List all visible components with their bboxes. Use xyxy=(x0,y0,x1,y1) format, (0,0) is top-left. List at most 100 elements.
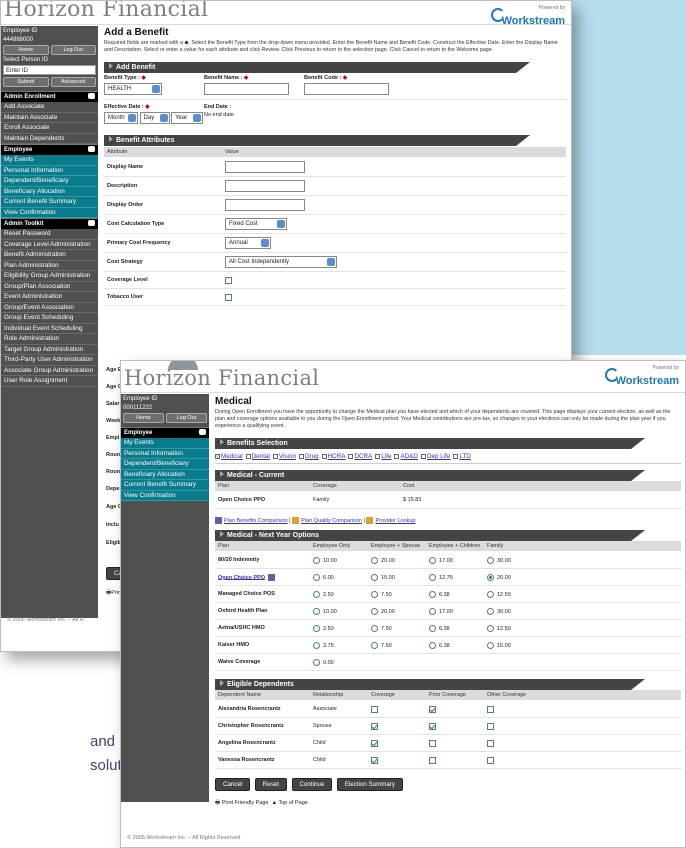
sidebar-item[interactable]: Event Administration xyxy=(1,292,98,303)
sidebar-item[interactable]: View Confirmation xyxy=(121,490,209,501)
option-radio[interactable] xyxy=(371,607,378,615)
sidebar-item[interactable]: Beneficiary Allocation xyxy=(121,469,209,480)
sidebar-item[interactable]: Target Group Administration xyxy=(1,345,98,355)
benefit-tab[interactable]: Vision xyxy=(272,453,296,460)
logout-button[interactable]: Log Out xyxy=(50,45,96,55)
attribute-checkbox[interactable] xyxy=(225,276,232,284)
option-radio[interactable] xyxy=(313,590,320,598)
option-radio[interactable] xyxy=(429,607,436,615)
sidebar-item[interactable]: View Confirmation xyxy=(1,207,98,218)
option-radio[interactable] xyxy=(429,556,436,564)
benefit-tab[interactable]: Dental xyxy=(245,453,270,460)
option-radio[interactable] xyxy=(487,590,494,598)
provider-lookup-link[interactable]: Provider Lookup xyxy=(375,518,415,524)
continue-button[interactable]: Continue xyxy=(291,778,333,791)
cov-checkbox[interactable] xyxy=(371,756,378,764)
attribute-input[interactable] xyxy=(225,180,305,192)
sidebar-item[interactable]: Maintain Associate xyxy=(1,113,98,123)
person-id-input[interactable]: Enter ID xyxy=(3,65,96,75)
sidebar-item[interactable]: Associate Group Administration xyxy=(1,366,98,376)
option-radio[interactable] xyxy=(371,556,378,564)
cancel-button[interactable]: Cancel xyxy=(215,778,251,791)
option-radio[interactable] xyxy=(371,641,378,649)
option-radio[interactable] xyxy=(313,573,320,581)
submit-button[interactable]: Submit xyxy=(3,77,49,87)
cov-checkbox[interactable] xyxy=(371,705,378,713)
other-checkbox[interactable] xyxy=(487,705,494,713)
option-radio[interactable] xyxy=(429,624,436,632)
other-checkbox[interactable] xyxy=(487,756,494,764)
sidebar-item[interactable]: Maintain Dependents xyxy=(1,134,98,144)
day-select[interactable]: Day xyxy=(139,112,170,124)
sidebar-item[interactable]: Group/Event Association xyxy=(1,303,98,313)
cov-checkbox[interactable] xyxy=(371,739,378,747)
option-radio[interactable] xyxy=(313,607,320,615)
sidebar-item[interactable]: Plan Administration xyxy=(1,261,98,271)
month-select[interactable]: Month xyxy=(104,112,138,124)
user-icon[interactable] xyxy=(88,146,95,152)
plan-quality-comparison-link[interactable]: Plan Quality Comparison xyxy=(301,518,362,524)
top-of-page-link[interactable]: Top of Page xyxy=(278,800,307,806)
print-link[interactable]: 🖶Prin xyxy=(106,589,121,598)
sidebar-item[interactable]: Enroll Associate xyxy=(1,123,98,134)
attribute-select[interactable]: All Cost Independently xyxy=(225,256,337,268)
sidebar-item[interactable]: Dependent/Beneficiary xyxy=(121,459,209,470)
option-radio[interactable] xyxy=(487,624,494,632)
advanced-button[interactable]: Advanced xyxy=(50,77,96,87)
print-friendly-link[interactable]: Print Friendly Page xyxy=(222,800,269,806)
sidebar-item[interactable]: Personal Information xyxy=(121,448,209,459)
option-radio[interactable] xyxy=(429,573,436,581)
benefit-tab[interactable]: DCRA xyxy=(348,453,372,460)
benefit-name-input[interactable] xyxy=(204,83,289,95)
sidebar-item[interactable]: User Role Assignment xyxy=(1,376,98,387)
benefit-tab[interactable]: Drug xyxy=(298,453,319,460)
reset-button[interactable]: Reset xyxy=(254,778,287,791)
home-button[interactable]: Home xyxy=(3,45,49,55)
home-button[interactable]: Home xyxy=(123,413,164,423)
prior-checkbox[interactable] xyxy=(429,756,436,764)
attribute-select[interactable]: Annual xyxy=(225,237,271,249)
benefit-tab[interactable]: Dep Life xyxy=(420,453,450,460)
option-radio[interactable] xyxy=(487,556,494,564)
year-select[interactable]: Year xyxy=(171,112,204,124)
sidebar-item[interactable]: Dependent/Beneficiary xyxy=(1,176,98,187)
option-radio[interactable] xyxy=(313,556,320,564)
benefit-tab[interactable]: HCRA xyxy=(321,453,345,460)
election-summary-button[interactable]: Election Summary xyxy=(336,778,404,791)
prior-checkbox[interactable] xyxy=(429,705,436,713)
attribute-input[interactable] xyxy=(225,199,305,211)
option-radio[interactable] xyxy=(487,607,494,615)
option-radio[interactable] xyxy=(371,573,378,581)
sidebar-item[interactable]: Coverage Level Administration xyxy=(1,240,98,250)
cov-checkbox[interactable] xyxy=(371,722,378,730)
sidebar-item[interactable]: Reset Password xyxy=(1,229,98,240)
sidebar-item[interactable]: My Events xyxy=(121,438,209,449)
option-radio[interactable] xyxy=(313,624,320,632)
attribute-checkbox[interactable] xyxy=(225,293,232,301)
sidebar-item[interactable]: Third-Party User Administration xyxy=(1,355,98,366)
option-radio[interactable] xyxy=(371,624,378,632)
plan-name-label[interactable]: Open Choice PPO xyxy=(218,574,265,580)
benefit-type-select[interactable]: HEALTH xyxy=(104,83,162,95)
option-radio[interactable] xyxy=(371,590,378,598)
lock-icon[interactable] xyxy=(88,220,95,226)
sidebar-item[interactable]: Current Benefit Summary xyxy=(1,197,98,208)
benefit-tab[interactable]: LTD xyxy=(453,453,471,460)
sidebar-item[interactable]: Eligibility Group Administration xyxy=(1,271,98,282)
attribute-input[interactable] xyxy=(225,161,305,173)
sidebar-item[interactable]: Individual Event Scheduling xyxy=(1,324,98,334)
collapse-icon[interactable] xyxy=(88,93,95,99)
benefit-tab[interactable]: Medical xyxy=(215,453,243,460)
option-radio[interactable] xyxy=(313,658,320,666)
sidebar-item[interactable]: Role Administration xyxy=(1,334,98,345)
other-checkbox[interactable] xyxy=(487,739,494,747)
sidebar-item[interactable]: Current Benefit Summary xyxy=(121,480,209,491)
option-radio[interactable] xyxy=(487,573,494,581)
compare-icon[interactable] xyxy=(268,573,276,581)
sidebar-item[interactable]: Beneficiary Allocation xyxy=(1,186,98,197)
option-radio[interactable] xyxy=(429,641,436,649)
sidebar-item[interactable]: My Events xyxy=(1,155,98,166)
sidebar-item[interactable]: Personal Information xyxy=(1,165,98,176)
benefit-tab[interactable]: Life xyxy=(375,453,391,460)
sidebar-item[interactable]: Add Associate xyxy=(1,102,98,113)
